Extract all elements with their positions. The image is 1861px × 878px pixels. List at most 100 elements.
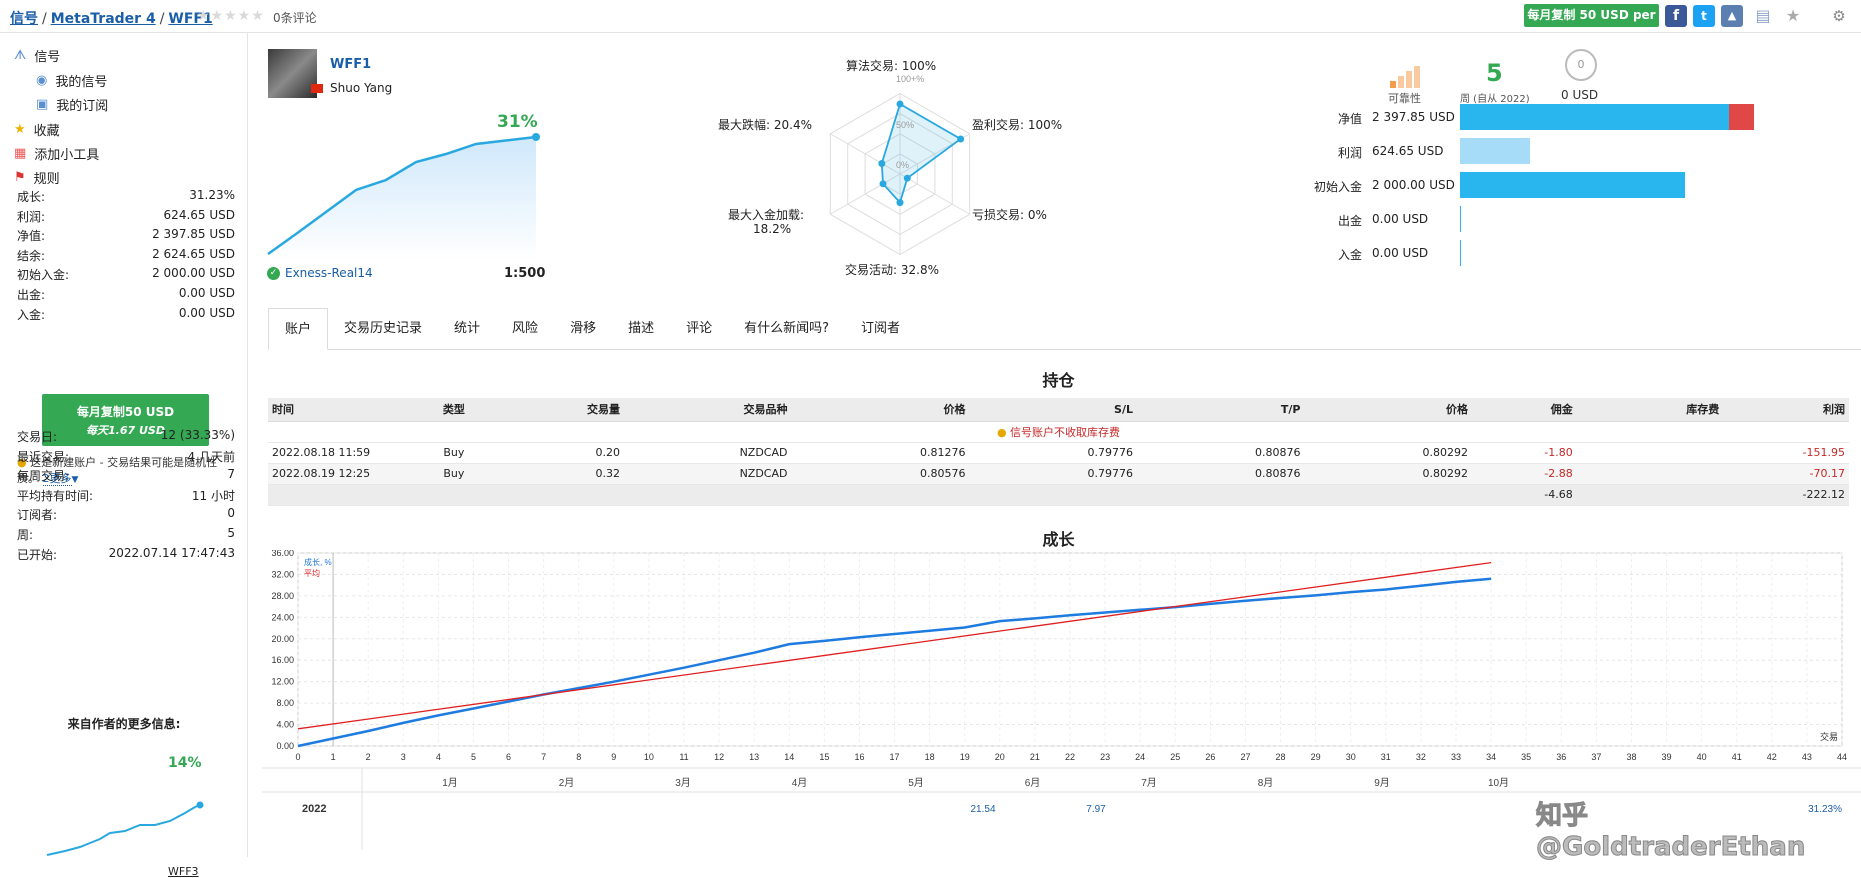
- column-header[interactable]: 库存费: [1576, 398, 1724, 422]
- breadcrumb-signals-link[interactable]: 信号: [10, 11, 38, 27]
- rating-stars[interactable]: ★★★★★: [197, 8, 265, 24]
- avatar[interactable]: [268, 49, 317, 98]
- sidebar-item-favorites[interactable]: ★ 收藏: [14, 120, 60, 139]
- tab-7[interactable]: 有什么新闻吗?: [728, 308, 845, 349]
- column-header[interactable]: 交易量: [482, 398, 624, 422]
- sidebar-item-signals[interactable]: ᗑ 信号: [14, 46, 60, 65]
- tab-1[interactable]: 交易历史记录: [328, 308, 438, 349]
- stat-row: 净值: 2 397.85 USD: [17, 227, 235, 244]
- tab-4[interactable]: 滑移: [554, 308, 612, 349]
- stat-row: 交易日: 12 (33.33%): [17, 428, 235, 445]
- tab-8[interactable]: 订阅者: [845, 308, 916, 349]
- column-header[interactable]: 类型: [425, 398, 483, 422]
- x-tick-label: 13: [749, 752, 759, 762]
- x-tick-label: 5: [471, 752, 476, 762]
- widget-icon: ▦: [14, 146, 27, 161]
- sidebar-item-my-signals[interactable]: ◉ 我的信号: [36, 71, 107, 90]
- education-icon[interactable]: ▲: [1721, 5, 1743, 27]
- copy-monthly-button[interactable]: 每月复制 50 USD per: [1524, 4, 1659, 27]
- radar-ring-label: 100+%: [896, 74, 924, 84]
- stat-value: 0.00 USD: [178, 286, 235, 300]
- legend-entry: 平均: [304, 568, 320, 578]
- reliability-label: 可靠性: [1388, 92, 1421, 105]
- radar-ring-label: 0%: [896, 160, 909, 170]
- tab-bar: 账户 交易历史记录 统计 风险 滑移 描述 评论 有什么新闻吗? 订阅者: [268, 308, 1861, 350]
- x-tick-label: 31: [1381, 752, 1391, 762]
- stat-value: 12 (33.33%): [160, 428, 235, 442]
- notice-row: ● 信号账户不收取库存费: [268, 421, 1849, 443]
- copy-price-monthly: 每月复制50 USD: [76, 405, 175, 419]
- stat-label: 每周交易:: [17, 469, 70, 484]
- stat-label: 周:: [17, 528, 34, 542]
- column-header[interactable]: T/P: [1136, 398, 1305, 422]
- country-flag-icon: [311, 84, 323, 93]
- tab-6[interactable]: 评论: [670, 308, 728, 349]
- column-header[interactable]: 价格: [791, 398, 970, 422]
- x-tick-label: 4: [436, 752, 441, 762]
- mini-signal-link[interactable]: WFF3: [168, 865, 199, 878]
- settings-icon[interactable]: ⚙: [1828, 5, 1850, 27]
- leverage: 1:500: [504, 266, 546, 281]
- x-tick-label: 0: [295, 752, 300, 762]
- stat-label: 初始入金:: [17, 268, 70, 283]
- summary-label: 利润: [1337, 146, 1362, 160]
- more-info-title: 来自作者的更多信息:: [67, 717, 181, 731]
- x-tick-label: 10: [644, 752, 654, 762]
- tab-0[interactable]: 账户: [268, 308, 329, 350]
- stat-row: 入金: 0.00 USD: [17, 306, 235, 323]
- tab-3[interactable]: 风险: [496, 308, 554, 349]
- broker-name[interactable]: Exness-Real14: [285, 266, 373, 280]
- author-name[interactable]: Shuo Yang: [330, 81, 392, 95]
- stat-row: 每周交易: 7: [17, 467, 235, 484]
- month-label: 3月: [675, 777, 691, 789]
- table-row[interactable]: 2022.08.18 11:59 Buy 0.20 NZDCAD 0.81276 0.79…: [268, 442, 1849, 464]
- x-tick-label: 1: [331, 752, 336, 762]
- stat-value: 624.65 USD: [163, 207, 235, 222]
- mini-growth-chart[interactable]: [45, 773, 205, 857]
- y-tick-label: 8.00: [276, 698, 294, 708]
- summary-label: 入金: [1337, 248, 1362, 262]
- tab-5[interactable]: 描述: [612, 308, 670, 349]
- x-tick-label: 3: [401, 752, 406, 762]
- sidebar-item-label: 添加小工具: [34, 148, 100, 163]
- sidebar-item-my-subscriptions[interactable]: ▣ 我的订阅: [36, 95, 108, 114]
- positions-table: 时间 类型 交易量 交易品种 价格 S/L T/P 价格 佣金 库存费 利润 ● 信号账户不收取库存…: [268, 398, 1849, 506]
- year-month-value: 21.54: [970, 804, 995, 815]
- x-tick-label: 14: [784, 752, 794, 762]
- column-header[interactable]: 佣金: [1472, 398, 1577, 422]
- stat-value: 2 000.00 USD: [152, 266, 235, 281]
- growth-preview-chart[interactable]: [266, 130, 546, 260]
- facebook-icon[interactable]: f: [1665, 5, 1687, 27]
- table-cell: 0.80292: [1304, 442, 1473, 464]
- stat-row: 订阅者: 0: [17, 506, 235, 523]
- star-icon[interactable]: ★: [1782, 5, 1804, 27]
- radar-point: [903, 174, 911, 182]
- column-header[interactable]: S/L: [969, 398, 1137, 422]
- reviews-count[interactable]: 0条评论: [273, 9, 317, 26]
- stat-row: 最近交易: 4 几天前: [17, 448, 235, 465]
- y-tick-label: 28.00: [271, 591, 294, 601]
- column-header[interactable]: 时间: [268, 398, 426, 422]
- table-cell: 0.81276: [791, 442, 970, 464]
- x-tick-label: 15: [819, 752, 829, 762]
- table-row[interactable]: 2022.08.19 12:25 Buy 0.32 NZDCAD 0.80576 0.79…: [268, 463, 1849, 485]
- x-tick-label: 42: [1767, 752, 1777, 762]
- breadcrumb-platform-link[interactable]: MetaTrader 4: [51, 11, 156, 27]
- sidebar-item-label: 我的信号: [55, 75, 108, 90]
- column-header[interactable]: 价格: [1304, 398, 1473, 422]
- stat-value: 2 624.65 USD: [152, 246, 235, 261]
- signal-name[interactable]: WFF1: [330, 57, 371, 72]
- sidebar-item-add-widget[interactable]: ▦ 添加小工具: [14, 144, 99, 163]
- column-header[interactable]: 利润: [1723, 398, 1849, 422]
- tab-2[interactable]: 统计: [438, 308, 496, 349]
- bookmark-icon[interactable]: ▤: [1752, 5, 1774, 27]
- month-label: 4月: [792, 777, 808, 789]
- column-header[interactable]: 交易品种: [623, 398, 792, 422]
- twitter-icon[interactable]: t: [1693, 5, 1715, 27]
- stat-row: 成长: 31.23%: [17, 188, 235, 205]
- sidebar-item-rules[interactable]: ⚑ 规则: [14, 168, 60, 187]
- month-label: 5月: [908, 777, 924, 789]
- stat-label: 入金:: [17, 307, 46, 322]
- summary-bar: [1460, 240, 1461, 266]
- stat-label: 订阅者:: [17, 508, 58, 523]
